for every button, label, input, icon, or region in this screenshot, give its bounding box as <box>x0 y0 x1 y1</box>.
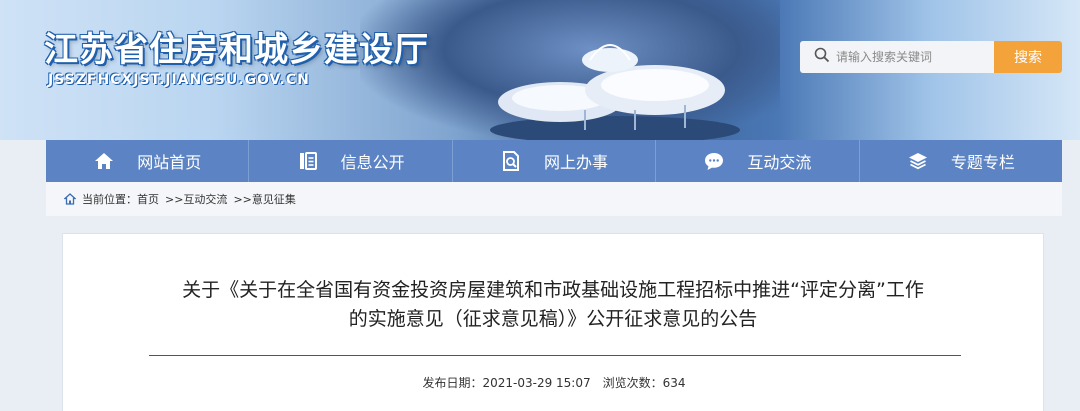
article-card: 关于《关于在全省国有资金投资房屋建筑和市政基础设施工程招标中推进“评定分离”工作… <box>62 233 1044 411</box>
site-title[interactable]: 江苏省住房和城乡建设厅 <box>44 22 429 71</box>
nav-item-home[interactable]: 网站首页 <box>46 140 250 182</box>
chat-bubble-icon <box>703 150 725 172</box>
article-title: 关于《关于在全省国有资金投资房屋建筑和市政基础设施工程招标中推进“评定分离”工作… <box>182 279 924 330</box>
publish-label: 发布日期： <box>422 376 483 390</box>
main-nav: 网站首页 信息公开 网上办事 互动交流 专题专栏 <box>46 140 1062 182</box>
document-search-icon <box>500 150 522 172</box>
nav-item-label: 互动交流 <box>747 153 812 172</box>
header-banner: 江苏省住房和城乡建设厅 JSSZFHCXJST.JIANGSU.GOV.CN 搜… <box>0 0 1080 140</box>
nav-item-label: 网站首页 <box>137 153 202 172</box>
breadcrumb-prefix: 当前位置： <box>82 193 137 206</box>
nav-item-label: 信息公开 <box>340 153 405 172</box>
search-icon <box>814 47 830 67</box>
breadcrumb-home[interactable]: 首页 <box>137 191 159 207</box>
breadcrumb-interaction[interactable]: >>互动交流 <box>165 191 227 207</box>
stadium-illustration <box>490 44 740 140</box>
nav-item-label: 专题专栏 <box>950 153 1015 172</box>
nav-item-label: 网上办事 <box>544 153 609 172</box>
layers-icon <box>907 150 929 172</box>
home-icon <box>93 150 115 172</box>
location-home-icon <box>64 193 76 205</box>
nav-item-info[interactable]: 信息公开 <box>249 140 453 182</box>
search-field[interactable] <box>800 41 994 73</box>
views-count: 634 <box>662 376 686 390</box>
nav-item-topics[interactable]: 专题专栏 <box>860 140 1062 182</box>
info-list-icon <box>297 150 319 172</box>
breadcrumb-opinion[interactable]: >>意见征集 <box>233 191 295 207</box>
nav-item-services[interactable]: 网上办事 <box>453 140 657 182</box>
nav-item-interaction[interactable]: 互动交流 <box>656 140 860 182</box>
views-label: 浏览次数： <box>602 376 663 390</box>
article-meta: 发布日期：2021-03-29 15:07 浏览次数：634 <box>63 374 1045 391</box>
site-domain: JSSZFHCXJST.JIANGSU.GOV.CN <box>48 72 310 88</box>
title-divider <box>149 355 961 356</box>
search-input[interactable] <box>836 50 986 64</box>
breadcrumb: 当前位置： 首页 >>互动交流 >>意见征集 <box>46 182 1062 216</box>
search-button[interactable]: 搜索 <box>994 41 1062 73</box>
publish-date: 2021-03-29 15:07 <box>482 376 591 390</box>
